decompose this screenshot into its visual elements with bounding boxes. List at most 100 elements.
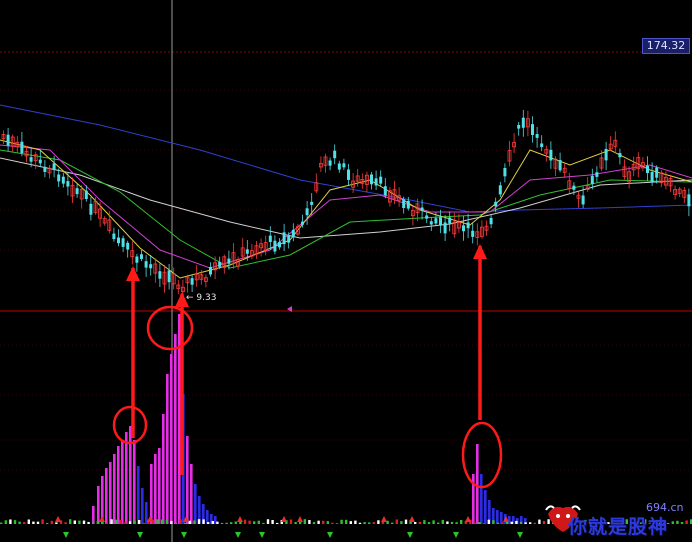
small-indicator-bar bbox=[248, 520, 251, 524]
candle-body-down bbox=[462, 225, 465, 232]
small-indicator-bar bbox=[165, 519, 168, 524]
small-indicator-bar bbox=[216, 521, 219, 524]
candle-body-down bbox=[282, 232, 286, 245]
up-arrow-marker bbox=[465, 516, 471, 522]
small-indicator-bar bbox=[230, 522, 233, 524]
indicator-bar bbox=[105, 468, 108, 524]
candle-body-down bbox=[144, 261, 148, 268]
indicator-bar bbox=[166, 374, 169, 524]
small-indicator-bar bbox=[0, 522, 3, 524]
small-indicator-bar bbox=[335, 522, 339, 524]
small-indicator-bar bbox=[450, 521, 454, 524]
candle-body-down bbox=[287, 235, 291, 243]
candle-body-down bbox=[521, 117, 525, 128]
up-arrow-marker bbox=[55, 516, 61, 522]
small-indicator-bar bbox=[538, 519, 541, 524]
small-indicator-bar bbox=[473, 522, 477, 524]
small-indicator-bar bbox=[142, 522, 145, 524]
candle-body-down bbox=[439, 217, 442, 226]
annotation-circle bbox=[146, 305, 194, 351]
small-indicator-bar bbox=[404, 519, 408, 524]
candle-body-down bbox=[268, 235, 272, 243]
small-indicator-bar bbox=[220, 522, 224, 524]
small-indicator-bar bbox=[50, 520, 53, 524]
candle-body-down bbox=[121, 238, 125, 247]
indicator-bar bbox=[170, 354, 173, 524]
moving-average-lines bbox=[0, 104, 692, 279]
small-indicator-bar bbox=[349, 521, 352, 524]
candle-body-down bbox=[466, 222, 470, 229]
indicator-bar bbox=[117, 446, 120, 524]
small-indicator-bar bbox=[69, 519, 72, 524]
candle-body-down bbox=[167, 270, 171, 283]
candle-body-down bbox=[374, 178, 378, 186]
small-indicator-bar bbox=[340, 519, 343, 524]
candle-body-down bbox=[310, 201, 314, 205]
small-indicator-bar bbox=[92, 522, 95, 524]
indicator-bar bbox=[150, 464, 153, 524]
small-indicator-bar bbox=[395, 519, 398, 524]
candle-body-down bbox=[604, 148, 608, 161]
small-indicator-bar bbox=[308, 520, 311, 524]
up-arrow-marker bbox=[381, 516, 387, 522]
candle-body-down bbox=[29, 157, 33, 162]
candle-body-down bbox=[531, 124, 534, 135]
small-indicator-bar bbox=[253, 521, 256, 524]
small-indicator-bar bbox=[418, 521, 421, 524]
candle-body-down bbox=[6, 134, 10, 146]
small-indicator-bar bbox=[671, 521, 674, 524]
indicator-bar bbox=[190, 464, 193, 524]
small-indicator-bar bbox=[289, 519, 293, 524]
candle-body-down bbox=[52, 163, 56, 171]
candle-body-down bbox=[489, 217, 493, 225]
candle-body-down bbox=[117, 237, 120, 244]
small-indicator-bar bbox=[119, 519, 122, 524]
small-indicator-bar bbox=[446, 521, 449, 524]
small-indicator-bar bbox=[386, 520, 389, 524]
small-indicator-bar bbox=[41, 519, 44, 524]
small-indicator-bar bbox=[363, 522, 366, 524]
candle-body-down bbox=[618, 153, 622, 158]
indicator-bar bbox=[476, 444, 479, 524]
small-indicator-bar bbox=[211, 520, 214, 524]
candle-body-down bbox=[20, 141, 24, 154]
small-indicator-bar bbox=[303, 519, 306, 524]
candle-body-down bbox=[301, 221, 304, 225]
indicator-bar bbox=[158, 448, 161, 524]
candle-body-down bbox=[149, 264, 153, 269]
small-indicator-bar bbox=[492, 520, 495, 524]
down-arrow-marker bbox=[327, 532, 333, 538]
small-indicator-bar bbox=[266, 519, 270, 524]
small-indicator-bar bbox=[207, 522, 210, 524]
candle-body-down bbox=[406, 200, 410, 209]
indicator-bar bbox=[125, 432, 128, 524]
down-arrow-marker bbox=[407, 532, 413, 538]
candle-body-down bbox=[434, 218, 438, 224]
candle-body-down bbox=[572, 185, 576, 190]
small-indicator-bar bbox=[529, 522, 532, 524]
watermark-text: 你就是股神 bbox=[568, 516, 669, 538]
small-indicator-bar bbox=[391, 522, 394, 524]
candle-body-down bbox=[291, 229, 295, 238]
candle-body-down bbox=[158, 271, 162, 279]
small-indicator-bar bbox=[9, 519, 12, 524]
small-indicator-bar bbox=[372, 522, 375, 524]
small-indicator-bar bbox=[496, 522, 500, 524]
small-indicator-bar bbox=[193, 520, 196, 524]
ma-yellow-line bbox=[0, 139, 692, 279]
small-indicator-bar bbox=[4, 520, 7, 524]
small-indicator-bar bbox=[96, 521, 99, 524]
indicator-bar bbox=[480, 474, 483, 524]
indicator-bar bbox=[109, 462, 112, 524]
small-indicator-bar bbox=[358, 522, 362, 524]
candle-body-down bbox=[227, 258, 231, 264]
ma-magenta-line bbox=[0, 144, 692, 269]
small-indicator-bar bbox=[331, 522, 334, 524]
candle-body-down bbox=[209, 266, 212, 275]
indicator-bar bbox=[162, 414, 165, 524]
small-indicator-bar bbox=[73, 520, 76, 524]
candle-body-down bbox=[581, 195, 585, 205]
small-indicator-bar bbox=[354, 520, 357, 524]
candle-body-down bbox=[38, 159, 42, 164]
candle-body-down bbox=[498, 185, 502, 195]
